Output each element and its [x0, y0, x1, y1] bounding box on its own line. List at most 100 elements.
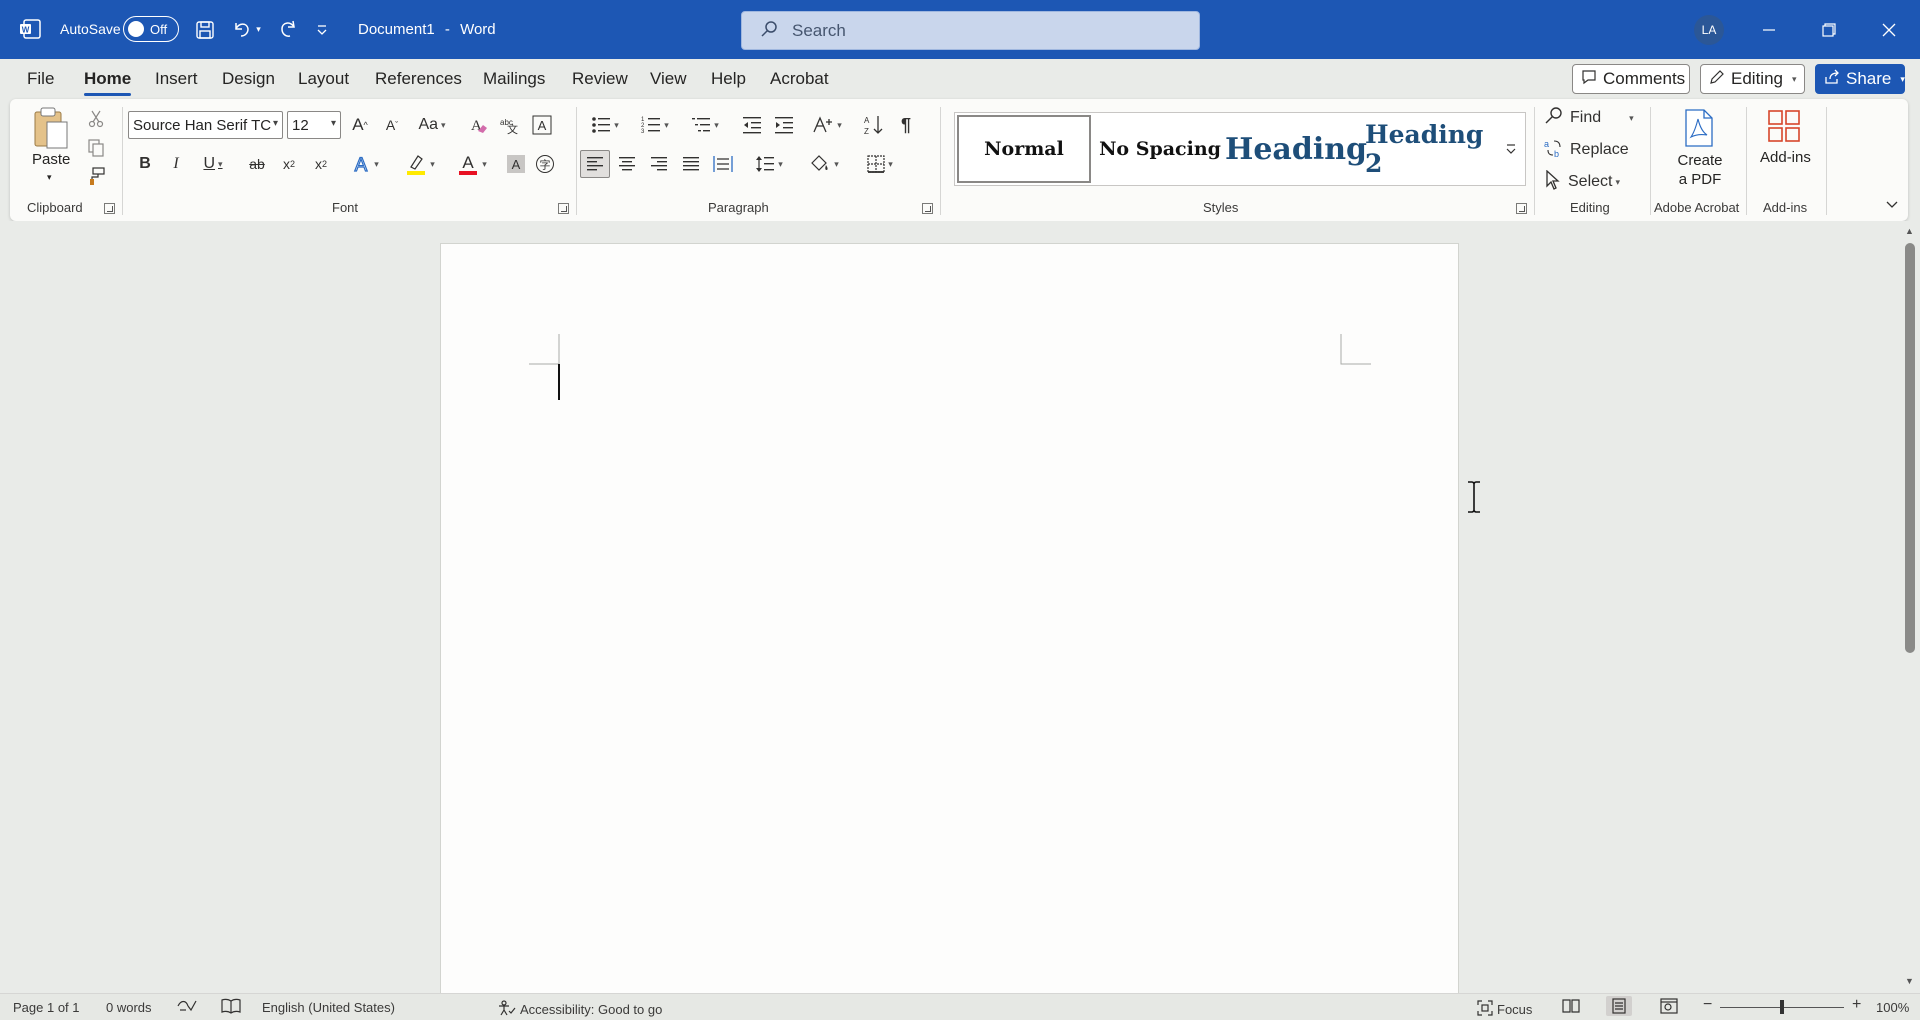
tab-references[interactable]: References: [375, 69, 462, 89]
grow-font-icon[interactable]: A ^: [346, 111, 374, 139]
font-dialog-launcher-icon[interactable]: [558, 203, 569, 214]
decrease-indent-icon[interactable]: [738, 111, 766, 139]
zoom-slider-knob[interactable]: [1780, 1000, 1784, 1014]
character-shading-icon[interactable]: A: [503, 151, 529, 177]
tab-file[interactable]: File: [27, 69, 54, 89]
focus-button[interactable]: Focus: [1477, 1000, 1532, 1019]
collapse-ribbon-chevron-icon[interactable]: [1882, 195, 1902, 215]
style-no-spacing[interactable]: No Spacing: [1095, 115, 1225, 183]
align-center-icon[interactable]: [613, 150, 641, 178]
avatar[interactable]: LA: [1694, 15, 1724, 45]
search-box[interactable]: Search: [741, 11, 1200, 50]
sort-icon[interactable]: AZ: [860, 111, 888, 139]
document-page[interactable]: [440, 243, 1459, 1003]
scroll-up-icon[interactable]: ▲: [1905, 226, 1914, 236]
bullets-icon[interactable]: ▾: [584, 111, 626, 139]
zoom-slider[interactable]: [1720, 1000, 1844, 1014]
autosave-toggle[interactable]: Off: [123, 16, 179, 42]
find-button[interactable]: Find ▾: [1544, 105, 1644, 131]
select-button[interactable]: Select ▾: [1544, 169, 1644, 195]
language-status[interactable]: English (United States): [262, 1000, 395, 1015]
paste-options-chevron-icon[interactable]: ▾: [47, 172, 52, 183]
tab-acrobat[interactable]: Acrobat: [770, 69, 829, 89]
bold-button[interactable]: B: [132, 151, 158, 177]
increase-indent-icon[interactable]: [770, 111, 798, 139]
strikethrough-button[interactable]: ab: [244, 151, 270, 177]
underline-button[interactable]: U ▾: [194, 151, 232, 177]
read-mode-icon[interactable]: [1562, 998, 1580, 1014]
undo-icon[interactable]: ▾: [228, 17, 264, 41]
minimize-icon[interactable]: [1754, 15, 1784, 45]
accessibility-status[interactable]: Accessibility: Good to go: [498, 1000, 662, 1019]
paragraph-dialog-launcher-icon[interactable]: [922, 203, 933, 214]
change-case-icon[interactable]: Aa ▾: [412, 111, 452, 139]
zoom-out-icon[interactable]: −: [1703, 996, 1712, 1014]
font-name-combo[interactable]: Source Han Serif TC ▾: [128, 111, 283, 139]
font-color-icon[interactable]: A ▾: [450, 151, 494, 177]
character-border-icon[interactable]: A: [528, 111, 556, 139]
copy-icon[interactable]: [84, 136, 108, 160]
scrollbar-thumb[interactable]: [1905, 243, 1915, 653]
web-layout-icon[interactable]: [1660, 998, 1678, 1014]
tab-review[interactable]: Review: [572, 69, 628, 89]
comments-button[interactable]: Comments: [1572, 64, 1690, 94]
font-size-combo[interactable]: 12 ▾: [287, 111, 341, 139]
tab-mailings[interactable]: Mailings: [483, 69, 545, 89]
phonetic-guide-icon[interactable]: abc 文: [496, 111, 524, 139]
tab-layout[interactable]: Layout: [298, 69, 349, 89]
shading-icon[interactable]: ▾: [802, 150, 846, 178]
clear-formatting-icon[interactable]: A: [465, 111, 493, 139]
show-formatting-marks-icon[interactable]: ¶: [892, 111, 920, 139]
numbering-icon[interactable]: 1 2 3 ▾: [634, 111, 676, 139]
customize-qat-icon[interactable]: [313, 20, 331, 40]
multilevel-list-icon[interactable]: ▾: [684, 111, 726, 139]
styles-dialog-launcher-icon[interactable]: [1516, 203, 1527, 214]
style-heading-1[interactable]: Heading: [1225, 115, 1367, 183]
create-pdf-button[interactable]: Create a PDF: [1665, 151, 1735, 189]
format-painter-icon[interactable]: [84, 164, 108, 188]
add-ins-icon[interactable]: [1765, 107, 1803, 145]
share-button[interactable]: Share ▾: [1815, 64, 1905, 94]
styles-more-button[interactable]: [1497, 112, 1526, 186]
text-effects-icon[interactable]: A ▾: [345, 151, 385, 177]
line-spacing-icon[interactable]: ▾: [748, 150, 790, 178]
tab-design[interactable]: Design: [222, 69, 275, 89]
create-pdf-icon[interactable]: [1680, 107, 1718, 149]
align-left-icon[interactable]: [580, 150, 610, 178]
restore-icon[interactable]: [1814, 15, 1844, 45]
clipboard-dialog-launcher-icon[interactable]: [104, 203, 115, 214]
asian-layout-icon[interactable]: ▾: [806, 111, 848, 139]
print-layout-icon[interactable]: [1606, 996, 1632, 1016]
paste-icon[interactable]: [28, 105, 74, 151]
tab-view[interactable]: View: [650, 69, 687, 89]
zoom-level[interactable]: 100%: [1876, 1000, 1909, 1015]
style-heading-2[interactable]: Heading 2: [1365, 115, 1497, 183]
tab-insert[interactable]: Insert: [155, 69, 198, 89]
proofing-icon[interactable]: [177, 997, 197, 1015]
borders-icon[interactable]: ▾: [858, 150, 902, 178]
italic-button[interactable]: I: [163, 151, 189, 177]
replace-button[interactable]: ab Replace: [1544, 137, 1644, 163]
justify-icon[interactable]: [677, 150, 705, 178]
editing-mode-button[interactable]: Editing ▾: [1700, 64, 1805, 94]
close-icon[interactable]: [1874, 15, 1904, 45]
enclose-characters-icon[interactable]: 字: [532, 151, 558, 177]
vertical-scrollbar[interactable]: ▲ ▼: [1900, 221, 1920, 993]
save-icon[interactable]: [193, 18, 217, 42]
word-logo-icon[interactable]: W: [18, 18, 42, 40]
add-ins-button[interactable]: Add-ins: [1760, 149, 1811, 166]
align-right-icon[interactable]: [645, 150, 673, 178]
tab-help[interactable]: Help: [711, 69, 746, 89]
shrink-font-icon[interactable]: Aˇ: [378, 111, 406, 139]
read-book-icon[interactable]: [221, 997, 241, 1015]
highlight-color-icon[interactable]: ▾: [398, 151, 442, 177]
cut-icon[interactable]: [84, 107, 108, 131]
style-normal[interactable]: Normal: [957, 115, 1091, 183]
zoom-in-icon[interactable]: +: [1852, 996, 1861, 1014]
subscript-button[interactable]: x2: [276, 151, 302, 177]
distributed-icon[interactable]: [709, 150, 737, 178]
superscript-button[interactable]: x2: [308, 151, 334, 177]
scroll-down-icon[interactable]: ▼: [1905, 976, 1914, 986]
redo-icon[interactable]: [276, 17, 302, 41]
page-count[interactable]: Page 1 of 1: [13, 1000, 80, 1015]
